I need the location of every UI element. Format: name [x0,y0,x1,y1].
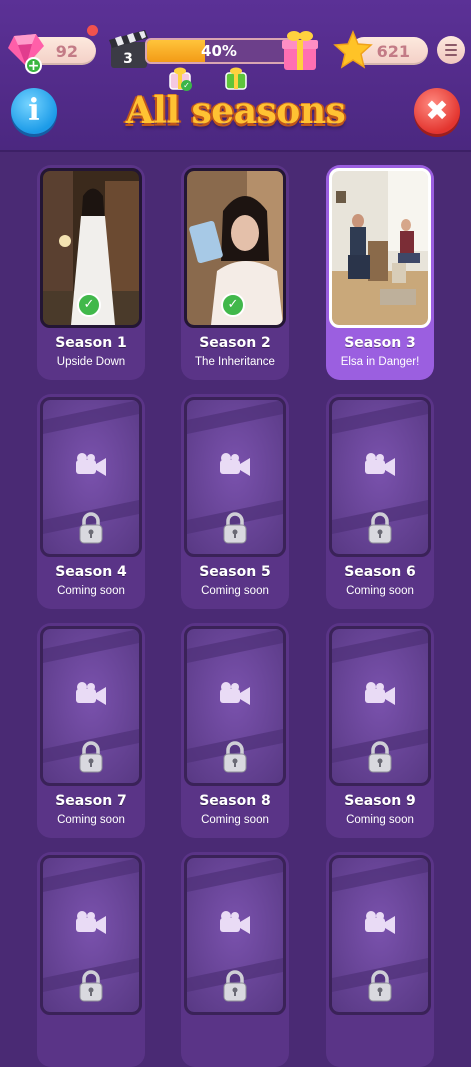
close-button[interactable]: ✖ [414,88,460,134]
page-title: All seasons [125,90,346,132]
season-subtitle: Coming soon [201,814,269,826]
camera-icon [220,911,250,934]
menu-button[interactable] [437,36,465,64]
lock-icon [79,512,103,544]
notification-dot [87,25,98,36]
menu-icon [445,44,457,46]
next-gift-icon [225,67,247,90]
lock-icon [223,512,247,544]
star-icon [333,30,373,69]
top-bar: 92 + 3 40% ✓ 621 i All seasons ✖ [0,0,471,152]
completed-check-icon: ✓ [77,293,101,317]
season-name: Season 4 [55,564,127,580]
camera-icon [76,682,106,705]
season-name: Season 3 [344,335,416,351]
info-button[interactable]: i [11,88,57,134]
season-card[interactable]: Season 6 Coming soon [326,394,434,609]
camera-icon [365,911,395,934]
lock-icon [79,970,103,1002]
completed-check-icon: ✓ [221,293,245,317]
camera-icon [365,682,395,705]
season-name: Season 7 [55,793,127,809]
season-card[interactable]: Season 3 Elsa in Danger! [326,165,434,380]
level-number: 3 [123,51,133,67]
season-name: Season 8 [199,793,271,809]
lock-icon [223,970,247,1002]
season-card[interactable]: ✓ Season 1 Upside Down [37,165,145,380]
season-card[interactable]: ✓ Season 2 The Inheritance [181,165,289,380]
season-card[interactable] [37,852,145,1067]
season-progress-bar: 40% [145,38,293,64]
season-name: Season 6 [344,564,416,580]
season-subtitle: Coming soon [346,814,414,826]
lock-icon [368,970,392,1002]
season-name: Season 5 [199,564,271,580]
lock-icon [368,741,392,773]
add-gems-icon[interactable]: + [25,57,42,74]
season-card[interactable]: Season 5 Coming soon [181,394,289,609]
season-card[interactable]: Season 8 Coming soon [181,623,289,838]
season-subtitle: Coming soon [57,585,125,597]
season-name: Season 2 [199,335,271,351]
lock-icon [223,741,247,773]
progress-label: 40% [201,42,237,60]
lock-icon [79,741,103,773]
season-card[interactable]: Season 7 Coming soon [37,623,145,838]
season-name: Season 9 [344,793,416,809]
season-subtitle: The Inheritance [195,356,275,368]
star-count: 621 [376,41,410,61]
camera-icon [220,453,250,476]
gift-icon[interactable] [280,28,320,72]
season-card[interactable] [181,852,289,1067]
season-subtitle: Upside Down [56,356,126,368]
close-icon: ✖ [425,94,449,127]
season-card[interactable] [326,852,434,1067]
camera-icon [76,911,106,934]
info-icon: i [28,93,40,128]
season-card[interactable]: Season 4 Coming soon [37,394,145,609]
camera-icon [220,682,250,705]
season-subtitle: Coming soon [346,585,414,597]
season-thumbnail [329,168,431,328]
season-card[interactable]: Season 9 Coming soon [326,623,434,838]
gem-count: 92 [55,41,78,61]
season-subtitle: Coming soon [201,585,269,597]
camera-icon [76,453,106,476]
camera-icon [365,453,395,476]
season-subtitle: Coming soon [57,814,125,826]
season-name: Season 1 [55,335,127,351]
season-subtitle: Elsa in Danger! [340,356,420,368]
lock-icon [368,512,392,544]
